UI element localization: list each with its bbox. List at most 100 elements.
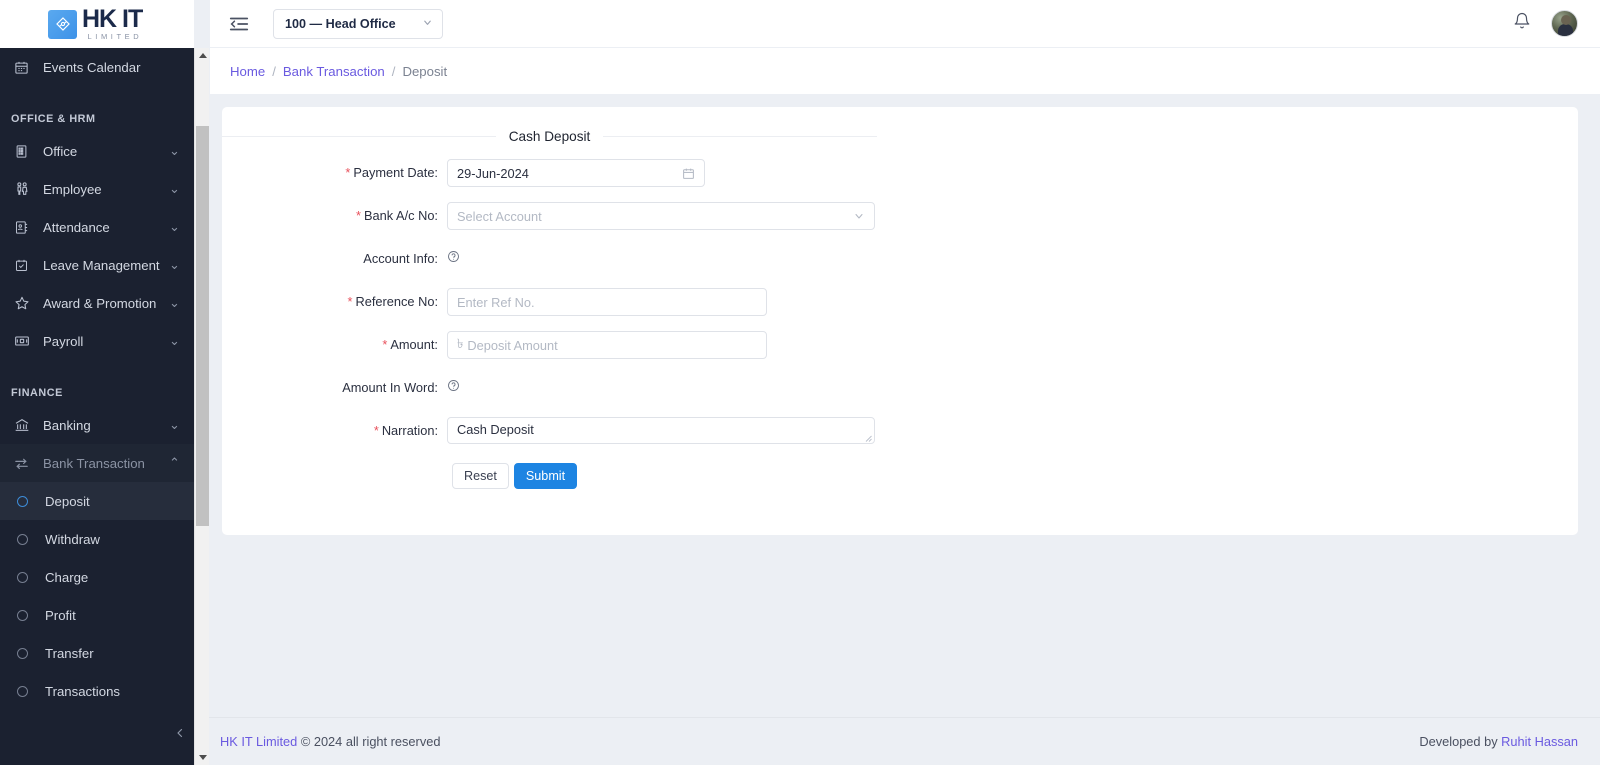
sidebar-item-transactions[interactable]: Transactions: [0, 672, 194, 710]
branch-select[interactable]: 100 — Head Office: [273, 8, 443, 39]
narration-label: * Narration:: [222, 417, 447, 445]
field-row-narration: * Narration: Cash Deposit: [222, 417, 877, 445]
amount-input[interactable]: ৳ Deposit Amount: [447, 331, 767, 359]
cash-deposit-card: Cash Deposit *Payment Date: 29-Jun-2024: [222, 107, 1578, 535]
form-title: Cash Deposit: [508, 129, 591, 144]
bell-icon[interactable]: [1513, 12, 1531, 35]
required-marker: *: [345, 165, 351, 180]
page-footer: HK IT Limited © 2024 all right reserved …: [194, 717, 1600, 765]
sidebar-scroll-area: Events Calendar OFFICE & HRM Office ⌄ Em…: [0, 48, 194, 765]
chevron-down-icon: ⌄: [168, 295, 180, 310]
account-info-label: Account Info:: [222, 245, 447, 273]
sidebar-item-attendance[interactable]: Attendance ⌄: [0, 208, 194, 246]
sidebar-item-label: Events Calendar: [43, 59, 141, 75]
account-info-value: [447, 245, 460, 273]
chevron-down-icon: ⌄: [168, 417, 180, 432]
footer-company-link[interactable]: HK IT Limited: [220, 734, 297, 749]
sidebar-item-label: Office: [43, 143, 78, 159]
chevron-left-icon: [177, 728, 183, 738]
payment-date-input[interactable]: 29-Jun-2024: [447, 159, 705, 187]
bank-icon: [11, 417, 32, 433]
sidebar-scrollbar[interactable]: [194, 48, 209, 765]
sidebar: HK IT LIMITED Events Calendar OFFICE & H…: [0, 0, 194, 765]
field-row-amount: * Amount: ৳ Deposit Amount: [222, 331, 877, 359]
required-marker: *: [356, 208, 362, 223]
scrollbar-thumb[interactable]: [196, 126, 209, 526]
calendar-icon: [11, 60, 32, 75]
transfer-arrows-icon: [11, 455, 32, 472]
sidebar-item-profit[interactable]: Profit: [0, 596, 194, 634]
sidebar-collapse-button[interactable]: [165, 718, 194, 748]
submit-button[interactable]: Submit: [513, 463, 578, 489]
breadcrumb-home[interactable]: Home: [230, 64, 265, 79]
footer-developer-link[interactable]: Ruhit Hassan: [1501, 734, 1578, 749]
question-circle-icon: [447, 374, 460, 402]
building-icon: [11, 144, 32, 159]
label-text: Narration:: [381, 423, 438, 438]
legend-divider-right: [603, 136, 878, 137]
scrollbar-up-arrow[interactable]: [195, 48, 210, 63]
sidebar-logo[interactable]: HK IT LIMITED: [0, 0, 194, 48]
label-text: Bank A/c No:: [364, 208, 438, 223]
chevron-down-icon: ⌄: [168, 333, 180, 348]
required-marker: *: [373, 423, 379, 438]
sidebar-item-withdraw[interactable]: Withdraw: [0, 520, 194, 558]
star-icon: [11, 295, 32, 311]
employees-icon: [11, 181, 32, 197]
reference-no-label: * Reference No:: [222, 288, 447, 316]
field-row-reference-no: * Reference No: Enter Ref No.: [222, 288, 877, 316]
sidebar-item-payroll[interactable]: Payroll ⌄: [0, 322, 194, 360]
sidebar-item-label: Employee: [43, 181, 102, 197]
sidebar-item-office[interactable]: Office ⌄: [0, 132, 194, 170]
scrollbar-down-arrow[interactable]: [195, 750, 210, 765]
attendance-icon: [11, 220, 32, 235]
main-content: Cash Deposit *Payment Date: 29-Jun-2024: [210, 94, 1600, 717]
calendar-icon[interactable]: [682, 167, 695, 180]
payment-date-label: * Payment Date:: [222, 159, 447, 187]
breadcrumb-bank-transaction[interactable]: Bank Transaction: [283, 64, 385, 79]
sidebar-item-employee[interactable]: Employee ⌄: [0, 170, 194, 208]
amount-in-word-value: [447, 374, 460, 402]
footer-right: Developed by Ruhit Hassan: [1419, 734, 1578, 749]
sidebar-item-transfer[interactable]: Transfer: [0, 634, 194, 672]
circle-icon: [17, 533, 28, 545]
reference-no-input[interactable]: Enter Ref No.: [447, 288, 767, 316]
chevron-down-icon: ⌄: [168, 181, 180, 196]
sidebar-item-label: Deposit: [45, 493, 90, 509]
form-actions: Reset Submit: [222, 463, 877, 489]
bank-account-select[interactable]: Select Account: [447, 202, 875, 230]
sidebar-item-label: Award & Promotion: [43, 295, 157, 311]
sidebar-item-label: Charge: [45, 569, 89, 585]
resize-handle-icon[interactable]: [864, 434, 872, 442]
breadcrumb-current: Deposit: [402, 63, 448, 79]
sidebar-item-leave-management[interactable]: Leave Management ⌄: [0, 246, 194, 284]
chevron-down-icon: ⌄: [168, 257, 180, 272]
narration-textarea[interactable]: Cash Deposit: [447, 417, 875, 444]
app-root: HK IT LIMITED Events Calendar OFFICE & H…: [0, 0, 1600, 765]
payroll-icon: [11, 333, 32, 349]
menu-fold-icon[interactable]: [228, 13, 250, 35]
reset-button[interactable]: Reset: [452, 463, 509, 489]
chevron-down-icon[interactable]: [853, 210, 865, 222]
circle-icon: [17, 495, 28, 507]
sidebar-item-award-promotion[interactable]: Award & Promotion ⌄: [0, 284, 194, 322]
sidebar-item-events-calendar[interactable]: Events Calendar: [0, 48, 194, 86]
sidebar-item-deposit[interactable]: Deposit: [0, 482, 194, 520]
sidebar-item-banking[interactable]: Banking ⌄: [0, 406, 194, 444]
sidebar-group-office-hrm: OFFICE & HRM: [11, 113, 96, 125]
sidebar-item-label: Bank Transaction: [43, 455, 145, 471]
user-avatar[interactable]: [1551, 10, 1578, 37]
header-actions: [1513, 10, 1578, 37]
breadcrumb-separator: /: [391, 63, 396, 79]
chevron-down-icon: ⌄: [168, 143, 180, 158]
field-row-amount-in-word: Amount In Word:: [222, 374, 877, 402]
question-circle-icon: [447, 245, 460, 273]
sidebar-item-charge[interactable]: Charge: [0, 558, 194, 596]
label-text: Reference No:: [355, 294, 438, 309]
brand-subtitle: LIMITED: [87, 32, 143, 42]
label-text: Payment Date:: [353, 165, 438, 180]
sidebar-item-label: Transactions: [45, 683, 121, 699]
sidebar-item-bank-transaction[interactable]: Bank Transaction ⌃: [0, 444, 194, 482]
